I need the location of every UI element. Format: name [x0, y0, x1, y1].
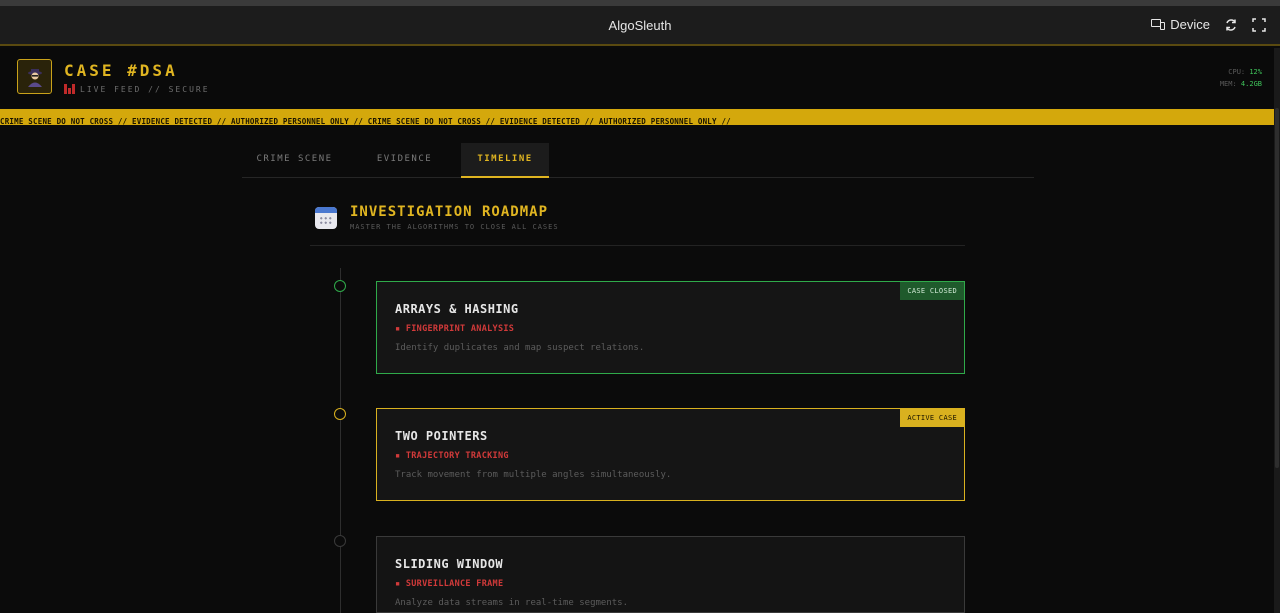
calendar-icon [315, 207, 337, 229]
status-badge: ACTIVE CASE [900, 409, 964, 427]
case-header: CASE #DSA LIVE FEED // SECURE CPU: 12% M… [0, 48, 1280, 108]
timeline-node-closed [334, 280, 346, 292]
scrollbar-thumb[interactable] [1275, 108, 1279, 468]
device-button[interactable]: Device [1151, 17, 1210, 32]
system-stats: CPU: 12% MEM: 4.2GB [1220, 66, 1262, 90]
cpu-value: 12% [1249, 68, 1262, 76]
device-label: Device [1170, 17, 1210, 32]
case-tag: ▪ FINGERPRINT ANALYSIS [395, 324, 515, 334]
tape-text: CRIME SCENE DO NOT CROSS // EVIDENCE DET… [0, 117, 731, 125]
signal-bars-icon [64, 84, 75, 94]
case-tag: ▪ SURVEILLANCE FRAME [395, 579, 504, 589]
tab-crime-scene[interactable]: CRIME SCENE [242, 143, 347, 178]
case-card-two-pointers[interactable]: TWO POINTERS ▪ TRAJECTORY TRACKING Track… [376, 408, 965, 501]
case-title: ARRAYS & HASHING [395, 302, 519, 316]
fullscreen-icon[interactable] [1252, 17, 1266, 32]
cpu-stat: CPU: 12% [1220, 66, 1262, 78]
status-badge: CASE CLOSED [900, 282, 964, 300]
case-card-arrays-hashing[interactable]: ARRAYS & HASHING ▪ FINGERPRINT ANALYSIS … [376, 281, 965, 374]
roadmap-title: INVESTIGATION ROADMAP [350, 204, 549, 220]
timeline-node-locked [334, 535, 346, 547]
case-card-sliding-window[interactable]: SLIDING WINDOW ▪ SURVEILLANCE FRAME Anal… [376, 536, 965, 613]
divider [310, 245, 965, 246]
case-description: Identify duplicates and map suspect rela… [395, 343, 645, 353]
crime-scene-tape: CRIME SCENE DO NOT CROSS // EVIDENCE DET… [0, 109, 1274, 125]
mem-value: 4.2GB [1240, 80, 1262, 88]
case-subtitle: LIVE FEED // SECURE [64, 84, 210, 94]
case-tag: ▪ TRAJECTORY TRACKING [395, 451, 509, 461]
app-title: AlgoSleuth [608, 18, 672, 33]
roadmap-subtitle: MASTER THE ALGORITHMS TO CLOSE ALL CASES [350, 223, 559, 231]
cpu-label: CPU: [1228, 68, 1246, 76]
timeline-line [340, 268, 341, 613]
case-description: Analyze data streams in real-time segmen… [395, 598, 628, 608]
mem-label: MEM: [1219, 80, 1237, 88]
timeline-node-active [334, 408, 346, 420]
scrollbar[interactable] [1274, 48, 1280, 613]
tab-bar: CRIME SCENE EVIDENCE TIMELINE [242, 143, 1034, 178]
case-title: SLIDING WINDOW [395, 557, 504, 571]
case-title: CASE #DSA [64, 61, 178, 80]
title-bar: AlgoSleuth Device [0, 6, 1280, 46]
detective-avatar-icon [17, 59, 52, 94]
case-description: Track movement from multiple angles simu… [395, 470, 672, 480]
refresh-icon[interactable] [1224, 18, 1238, 32]
title-bar-controls: Device [1151, 17, 1266, 32]
device-icon [1151, 19, 1166, 30]
feed-status: LIVE FEED // SECURE [80, 84, 210, 94]
case-title: TWO POINTERS [395, 429, 488, 443]
tab-evidence[interactable]: EVIDENCE [357, 143, 452, 178]
mem-stat: MEM: 4.2GB [1220, 78, 1262, 90]
tab-timeline[interactable]: TIMELINE [461, 143, 549, 178]
